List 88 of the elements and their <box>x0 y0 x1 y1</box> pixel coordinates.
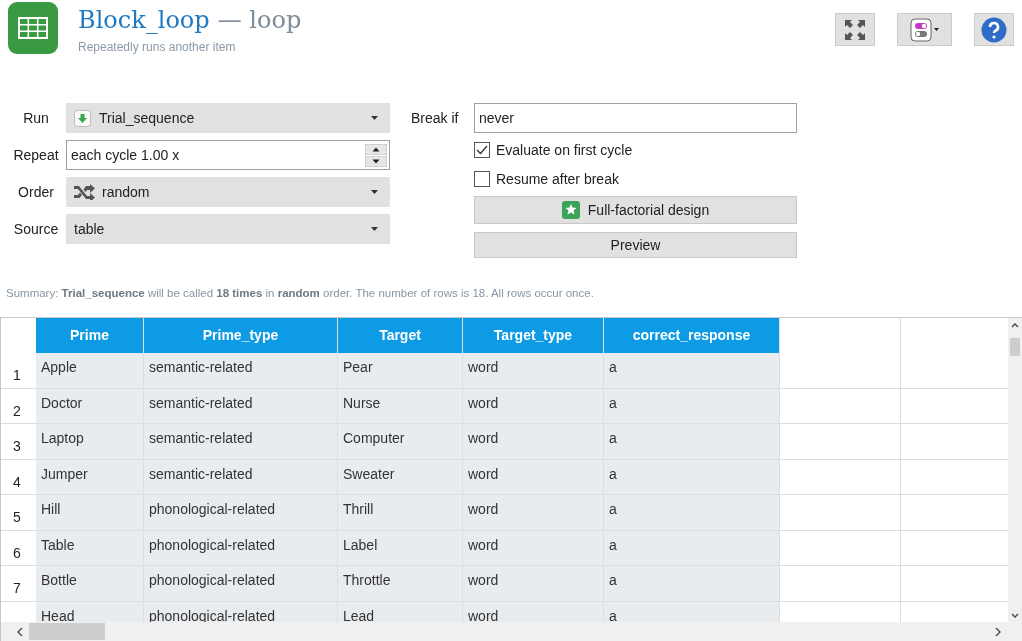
source-dropdown[interactable]: table <box>66 214 390 244</box>
spin-up-icon[interactable] <box>365 143 387 155</box>
table-cell: Throttle <box>338 566 463 601</box>
table-cell: a <box>604 601 780 623</box>
table-cell: phonological-related <box>144 566 338 601</box>
spin-down-icon[interactable] <box>365 155 387 167</box>
table-cell: semantic-related <box>144 459 338 494</box>
table-cell: a <box>604 495 780 530</box>
table-cell: word <box>463 353 604 388</box>
expand-arrows-icon <box>844 18 866 41</box>
dropdown-caret-icon <box>371 116 378 120</box>
table-cell: a <box>604 566 780 601</box>
table-cell: semantic-related <box>144 424 338 459</box>
row-number: 2 <box>13 402 21 419</box>
toggle-menu-button[interactable] <box>897 13 952 46</box>
row-number: 4 <box>13 473 21 490</box>
table-cell: Table <box>36 530 144 565</box>
row-number: 6 <box>13 544 21 561</box>
row-number: 1 <box>13 367 21 383</box>
table-cell: phonological-related <box>144 530 338 565</box>
checkbox[interactable] <box>474 142 490 158</box>
table-cell: Bottle <box>36 566 144 601</box>
preview-button[interactable]: Preview <box>474 232 797 258</box>
row-number: 7 <box>13 580 21 596</box>
table-cell: Computer <box>338 424 463 459</box>
checkbox-label: Evaluate on first cycle <box>496 140 633 160</box>
item-description: Repeatedly runs another item <box>78 39 237 56</box>
run-dropdown[interactable]: Trial_sequence <box>66 103 390 133</box>
table-cell: phonological-related <box>144 495 338 530</box>
checkbox[interactable] <box>474 171 490 187</box>
help-icon <box>981 16 1007 43</box>
table-cell: word <box>463 495 604 530</box>
table-cell: word <box>463 424 604 459</box>
field-label: Run <box>22 108 50 128</box>
horizontal-scrollbar[interactable] <box>1 622 1022 641</box>
dropdown-value: table <box>74 219 106 239</box>
table-cell: a <box>604 424 780 459</box>
full-factorial-design-button[interactable]: Full-factorial design <box>474 196 797 224</box>
table-cell: Laptop <box>36 424 144 459</box>
table-cell: word <box>463 530 604 565</box>
table-cell: Nurse <box>338 388 463 423</box>
field-label: Repeat <box>12 145 60 165</box>
field-label: Order <box>17 182 55 202</box>
dropdown-caret-icon <box>371 190 378 194</box>
table-cell: a <box>604 388 780 423</box>
table-cell: Pear <box>338 353 463 388</box>
repeat-spinbox[interactable]: each cycle 1.00 x <box>66 140 390 170</box>
field-label: Break if <box>411 109 460 128</box>
table-cell: a <box>604 530 780 565</box>
shuffle-icon <box>74 184 96 200</box>
table-cell: word <box>463 388 604 423</box>
table-cell: Jumper <box>36 459 144 494</box>
table-cell: word <box>463 566 604 601</box>
table-cell: semantic-related <box>144 388 338 423</box>
table-cell: Apple <box>36 353 144 388</box>
row-number: 3 <box>13 438 21 454</box>
table-cell: Doctor <box>36 388 144 423</box>
table-cell: word <box>463 459 604 494</box>
table-cell: semantic-related <box>144 353 338 388</box>
help-button[interactable] <box>974 13 1014 46</box>
table-cell: Head <box>36 601 144 623</box>
table-cell: a <box>604 459 780 494</box>
fullscreen-button[interactable] <box>835 13 875 46</box>
checkmark-icon <box>476 145 488 155</box>
order-dropdown[interactable]: random <box>66 177 390 207</box>
table-cell: Label <box>338 530 463 565</box>
summary-text: Summary: Trial_sequence will be called 18 times in random order. The number of rows is 18. All rows occur once. <box>6 287 594 299</box>
table-cell: word <box>463 601 604 623</box>
spinbox-value: each cycle 1.00 x <box>71 145 181 165</box>
table-cell: Thrill <box>338 495 463 530</box>
toggle-switches-icon <box>909 17 940 42</box>
vertical-scrollbar[interactable] <box>1008 318 1022 623</box>
table-cell: a <box>604 353 780 388</box>
item-type: — loop <box>217 5 302 36</box>
dropdown-value: Trial_sequence <box>99 108 196 128</box>
scrollbar-thumb[interactable] <box>29 623 105 640</box>
table-cell: Hill <box>36 495 144 530</box>
table-cell: Sweater <box>338 459 463 494</box>
dropdown-caret-icon <box>371 227 378 231</box>
scrollbar-thumb[interactable] <box>1010 338 1020 356</box>
dropdown-value: random <box>102 182 151 202</box>
table-cell: Lead <box>338 601 463 623</box>
break-if-field[interactable]: never <box>474 103 797 133</box>
row-number: 5 <box>13 509 21 525</box>
item-title: Block_loop <box>78 5 210 36</box>
field-label: Source <box>12 219 60 239</box>
checkbox-label: Resume after break <box>496 169 619 189</box>
table-cell: phonological-related <box>144 601 338 623</box>
